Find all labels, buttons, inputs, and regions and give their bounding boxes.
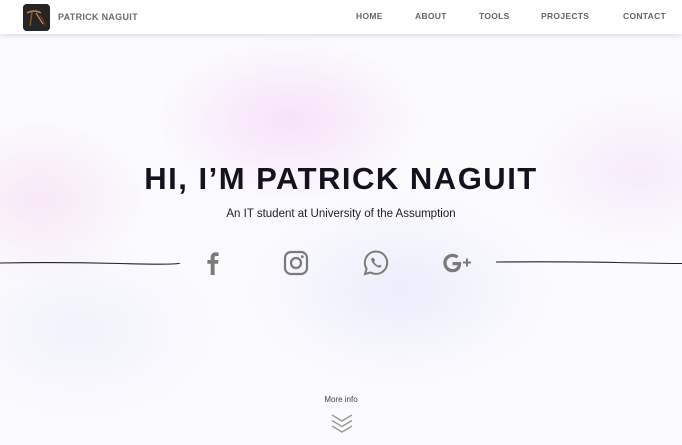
more-info-label: More info [324,395,358,404]
google-plus-icon[interactable] [440,248,476,278]
nav-links: HOME ABOUT TOOLS PROJECTS CONTACT [0,0,682,34]
hero-subtitle: An IT student at University of the Assum… [226,208,456,220]
nav-link-projects[interactable]: PROJECTS [541,11,589,21]
nav-link-about[interactable]: ABOUT [415,11,447,21]
divider-left [0,262,181,265]
instagram-icon[interactable] [281,248,311,278]
hero-title: HI, I’M PATRICK NAGUIT [144,161,538,196]
whatsapp-icon[interactable] [361,248,391,278]
chevrons-down-icon[interactable] [330,410,354,434]
nav-link-tools[interactable]: TOOLS [479,11,510,21]
divider-right [496,261,682,265]
navbar: PATRICK NAGUIT HOME ABOUT TOOLS PROJECTS… [0,0,682,34]
facebook-icon[interactable] [198,248,228,278]
nav-link-home[interactable]: HOME [356,11,383,21]
nav-link-contact[interactable]: CONTACT [623,11,666,21]
